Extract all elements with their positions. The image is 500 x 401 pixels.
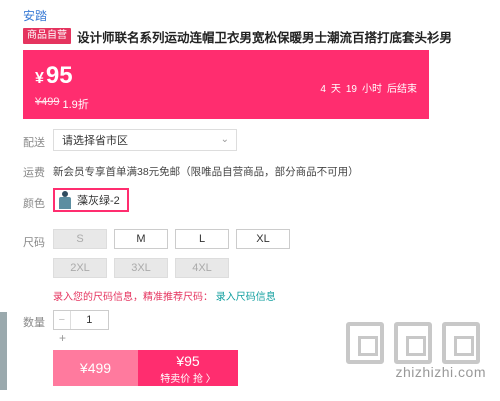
countdown-days-unit: 天 <box>330 84 341 95</box>
delivery-label: 配送 <box>23 137 45 149</box>
region-select-value: 请选择省市区 <box>62 135 128 147</box>
color-option-selected[interactable]: 藻灰绿-2 <box>53 188 129 212</box>
original-price: ¥499 <box>35 96 60 108</box>
original-price-button[interactable]: ¥499 <box>53 350 138 386</box>
watermark-logo-glyph <box>442 322 480 364</box>
size-option-m[interactable]: M <box>114 229 168 249</box>
size-hint-text: 录入您的尺码信息，精准推荐尺码： <box>53 292 213 303</box>
quantity-input[interactable]: 1 <box>71 311 108 329</box>
countdown-hours-unit: 小时 <box>362 84 382 95</box>
watermark-text: zhizhizhi.com <box>395 364 486 380</box>
size-option-4xl[interactable]: 4XL <box>175 258 229 278</box>
color-label: 颜色 <box>23 198 45 210</box>
shipping-fee-text: 新会员专享首单满38元免邮（限唯品自营商品，部分商品不可用） <box>53 166 359 178</box>
color-option-label: 藻灰绿-2 <box>77 195 120 207</box>
quantity-stepper: − 1 <box>53 310 109 330</box>
size-option-3xl[interactable]: 3XL <box>114 258 168 278</box>
site-watermark: zhizhizhi.com <box>346 322 486 380</box>
size-option-s[interactable]: S <box>53 229 107 249</box>
size-option-2xl[interactable]: 2XL <box>53 258 107 278</box>
brand-link[interactable]: 安踏 <box>23 7 47 24</box>
size-option-l[interactable]: L <box>175 229 229 249</box>
countdown-timer: 4 天 19 小时 后结束 <box>320 80 417 95</box>
price-amount: 95 <box>45 62 73 89</box>
watermark-logo-glyph <box>346 322 384 364</box>
sale-price: ¥ 95 <box>35 62 73 90</box>
quantity-label: 数量 <box>23 317 45 329</box>
size-option-xl[interactable]: XL <box>236 229 290 249</box>
watermark-logo-glyph <box>394 322 432 364</box>
chevron-down-icon: ⌄ <box>220 134 229 145</box>
product-title: 设计师联名系列运动连帽卫衣男宽松保暖男士潮流百搭打底套头衫男 <box>77 30 453 45</box>
countdown-hours: 19 <box>345 84 357 95</box>
buy-now-price: ¥95 <box>176 353 200 369</box>
size-label: 尺码 <box>23 237 45 249</box>
quantity-increase-button[interactable]: + <box>59 331 66 345</box>
countdown-suffix: 后结束 <box>387 84 417 95</box>
countdown-days: 4 <box>320 84 326 95</box>
side-image-edge <box>0 312 7 390</box>
price-currency: ¥ <box>35 70 44 87</box>
size-recommend-hint: 录入您的尺码信息，精准推荐尺码： 录入尺码信息 <box>53 288 276 303</box>
product-title-row: 商品自营 设计师联名系列运动连帽卫衣男宽松保暖男士潮流百搭打底套头衫男 <box>23 27 493 45</box>
price-banner: ¥ 95 ¥499 1.9折 4 天 19 小时 后结束 <box>23 50 429 119</box>
color-thumbnail <box>57 191 73 209</box>
discount-rate: 1.9折 <box>62 99 89 111</box>
quantity-decrease-button[interactable]: − <box>54 311 71 329</box>
size-entry-link[interactable]: 录入尺码信息 <box>216 292 276 303</box>
shipping-fee-label: 运费 <box>23 167 45 179</box>
buy-now-label: 特卖价 抢 〉 <box>160 374 216 385</box>
self-operated-badge: 商品自营 <box>23 28 71 44</box>
buy-now-button[interactable]: ¥95 特卖价 抢 〉 <box>138 350 238 386</box>
original-price-row: ¥499 1.9折 <box>35 96 89 112</box>
region-select[interactable]: 请选择省市区 ⌄ <box>53 129 237 151</box>
